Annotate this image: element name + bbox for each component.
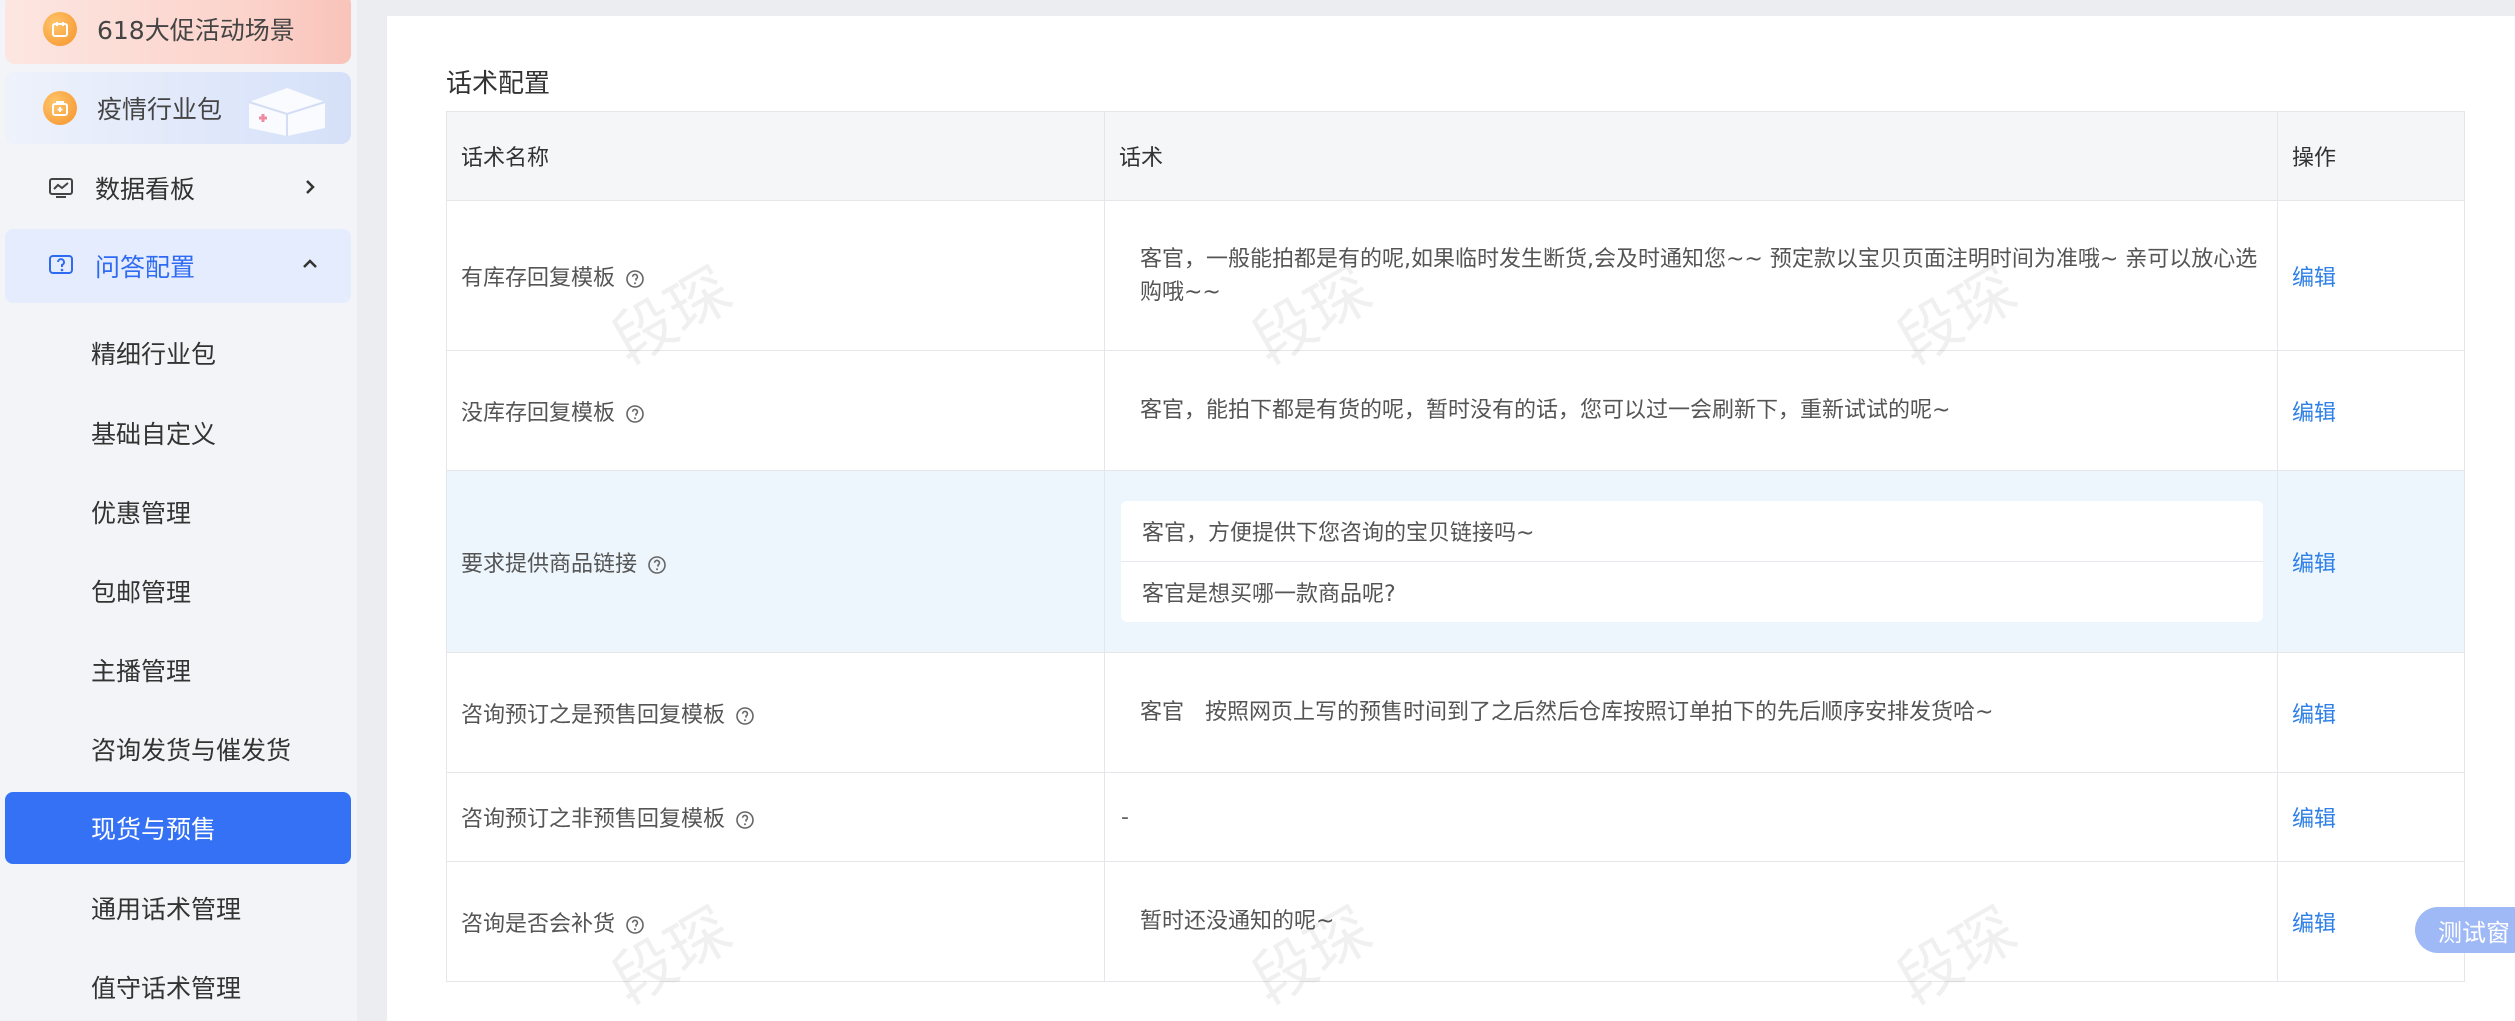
header-script: 话术 — [1104, 111, 2278, 201]
script-text: 客官，一般能拍都是有的呢,如果临时发生断货,会及时通知您~~ 预定款以宝贝页面注… — [1140, 246, 2258, 305]
edit-link[interactable]: 编辑 — [2292, 552, 2336, 577]
edit-link[interactable]: 编辑 — [2292, 401, 2336, 426]
row-action-cell: 编辑 — [2277, 470, 2465, 653]
script-entry: 客官是想买哪一款商品呢? — [1121, 561, 2263, 622]
sidebar-subitem-duty-scripts[interactable]: 值守话术管理 — [5, 951, 351, 1021]
row-name: 咨询预订之是预售回复模板 — [461, 702, 726, 728]
edit-link[interactable]: 编辑 — [2292, 912, 2336, 937]
sidebar-subitem-free-shipping[interactable]: 包邮管理 — [5, 555, 351, 627]
row-name-cell: 咨询是否会补货 — [446, 861, 1105, 982]
help-icon[interactable] — [625, 269, 645, 289]
sidebar-subitem-label: 现货与预售 — [91, 815, 217, 844]
app-root: 618大促活动场景 疫情行业包 数据看板 问答配置 精细行业包 基础自定义 优惠… — [0, 0, 2515, 1021]
row-name: 有库存回复模板 — [461, 265, 616, 291]
sidebar-subitem-general-scripts[interactable]: 通用话术管理 — [5, 872, 351, 944]
sidebar-item-qa-config[interactable]: 问答配置 — [5, 229, 351, 303]
sidebar-item-dashboard-label: 数据看板 — [95, 175, 196, 204]
sidebar: 618大促活动场景 疫情行业包 数据看板 问答配置 精细行业包 基础自定义 优惠… — [0, 0, 357, 1021]
row-script-cell: 客官 按照网页上写的预售时间到了之后然后仓库按照订单拍下的先后顺序安排发货哈~ — [1104, 652, 2278, 773]
row-name: 咨询预订之非预售回复模板 — [461, 807, 726, 832]
row-action-cell: 编辑 — [2277, 772, 2465, 862]
main-panel: 话术配置 话术名称 话术 操作 有库存回复模板 客官，一般能拍都是有的呢,如果临… — [387, 16, 2515, 1021]
row-name-cell: 咨询预订之非预售回复模板 — [446, 772, 1105, 862]
chevron-right-icon — [306, 180, 315, 194]
sidebar-item-qa-config-label: 问答配置 — [95, 253, 196, 282]
help-icon[interactable] — [735, 810, 755, 830]
sidebar-subitem-label: 精细行业包 — [91, 340, 217, 369]
row-script-cell: 暂时还没通知的呢~ — [1104, 861, 2278, 982]
sidebar-promo-epidemic[interactable]: 疫情行业包 — [5, 72, 351, 144]
sidebar-subitem-label: 包邮管理 — [91, 578, 192, 607]
row-action-cell: 编辑 — [2277, 200, 2465, 351]
calendar-icon — [43, 12, 77, 46]
table-row: 要求提供商品链接 客官，方便提供下您咨询的宝贝链接吗~ 客官是想买哪一款商品呢?… — [446, 470, 2465, 653]
help-icon[interactable] — [735, 706, 755, 726]
sidebar-subitem-discounts[interactable]: 优惠管理 — [5, 476, 351, 548]
row-name-cell: 有库存回复模板 — [446, 200, 1105, 351]
chevron-up-icon — [303, 259, 317, 268]
script-entry: 客官，方便提供下您咨询的宝贝链接吗~ — [1142, 521, 1535, 546]
sidebar-subitem-label: 咨询发货与催发货 — [91, 736, 292, 765]
promo-epidemic-label: 疫情行业包 — [97, 95, 223, 124]
sidebar-subitem-stock-presale[interactable]: 现货与预售 — [5, 792, 351, 864]
row-action-cell: 编辑 — [2277, 350, 2465, 471]
table-header-row: 话术名称 话术 操作 — [446, 111, 2465, 201]
row-name: 没库存回复模板 — [461, 400, 616, 426]
script-text: 客官，能拍下都是有货的呢，暂时没有的话，您可以过一会刷新下，重新试试的呢~ — [1140, 398, 1951, 423]
sidebar-item-dashboard[interactable]: 数据看板 — [5, 152, 351, 224]
sidebar-subitem-label: 值守话术管理 — [91, 974, 242, 1003]
table-row: 没库存回复模板 客官，能拍下都是有货的呢，暂时没有的话，您可以过一会刷新下，重新… — [446, 350, 2465, 471]
sidebar-subitem-label: 优惠管理 — [91, 499, 192, 528]
help-icon[interactable] — [625, 915, 645, 935]
sidebar-promo-618[interactable]: 618大促活动场景 — [5, 0, 351, 64]
edit-link[interactable]: 编辑 — [2292, 807, 2336, 832]
row-action-cell: 编辑 — [2277, 652, 2465, 773]
sidebar-subitem-label: 主播管理 — [91, 657, 192, 686]
header-script-name: 话术名称 — [446, 111, 1105, 201]
section-title: 话术配置 — [446, 69, 551, 99]
bag-icon — [43, 91, 77, 125]
sidebar-subitem-basic-custom[interactable]: 基础自定义 — [5, 397, 351, 469]
script-text: 暂时还没通知的呢~ — [1140, 909, 1335, 934]
promo-618-label: 618大促活动场景 — [97, 16, 295, 45]
script-config-table: 话术名称 话术 操作 有库存回复模板 客官，一般能拍都是有的呢,如果临时发生断货… — [446, 111, 2465, 982]
medical-box-illustration — [248, 88, 326, 136]
monitor-chart-icon — [49, 178, 73, 198]
row-script-cell: 客官，方便提供下您咨询的宝贝链接吗~ 客官是想买哪一款商品呢? — [1104, 470, 2278, 653]
question-chat-icon — [49, 255, 73, 274]
script-list: 客官，方便提供下您咨询的宝贝链接吗~ 客官是想买哪一款商品呢? — [1121, 501, 2263, 622]
sidebar-subitem-industry-pack[interactable]: 精细行业包 — [5, 317, 351, 389]
table-row: 有库存回复模板 客官，一般能拍都是有的呢,如果临时发生断货,会及时通知您~~ 预… — [446, 200, 2465, 351]
row-name: 咨询是否会补货 — [461, 911, 616, 937]
script-text: 客官 按照网页上写的预售时间到了之后然后仓库按照订单拍下的先后顺序安排发货哈~ — [1140, 700, 1994, 725]
row-name-cell: 没库存回复模板 — [446, 350, 1105, 471]
row-script-cell: 客官，能拍下都是有货的呢，暂时没有的话，您可以过一会刷新下，重新试试的呢~ — [1104, 350, 2278, 471]
test-window-button[interactable]: 测试窗 — [2415, 907, 2515, 953]
table-row: 咨询预订之非预售回复模板 - 编辑 — [446, 772, 2465, 862]
help-icon[interactable] — [625, 404, 645, 424]
row-name-cell: 要求提供商品链接 — [446, 470, 1105, 653]
sidebar-subitem-label: 基础自定义 — [91, 420, 217, 449]
row-script-cell: 客官，一般能拍都是有的呢,如果临时发生断货,会及时通知您~~ 预定款以宝贝页面注… — [1104, 200, 2278, 351]
sidebar-subitem-host[interactable]: 主播管理 — [5, 634, 351, 706]
table-row: 咨询是否会补货 暂时还没通知的呢~ 编辑 — [446, 861, 2465, 982]
header-action: 操作 — [2277, 111, 2465, 201]
row-script-cell: - — [1104, 772, 2278, 862]
edit-link[interactable]: 编辑 — [2292, 266, 2336, 291]
help-icon[interactable] — [647, 555, 667, 575]
sidebar-subitem-shipping-inquiry[interactable]: 咨询发货与催发货 — [5, 713, 351, 785]
row-name: 要求提供商品链接 — [461, 551, 638, 577]
script-empty: - — [1121, 804, 1129, 830]
sidebar-subitem-label: 通用话术管理 — [91, 895, 242, 924]
row-name-cell: 咨询预订之是预售回复模板 — [446, 652, 1105, 773]
table-row: 咨询预订之是预售回复模板 客官 按照网页上写的预售时间到了之后然后仓库按照订单拍… — [446, 652, 2465, 773]
edit-link[interactable]: 编辑 — [2292, 703, 2336, 728]
